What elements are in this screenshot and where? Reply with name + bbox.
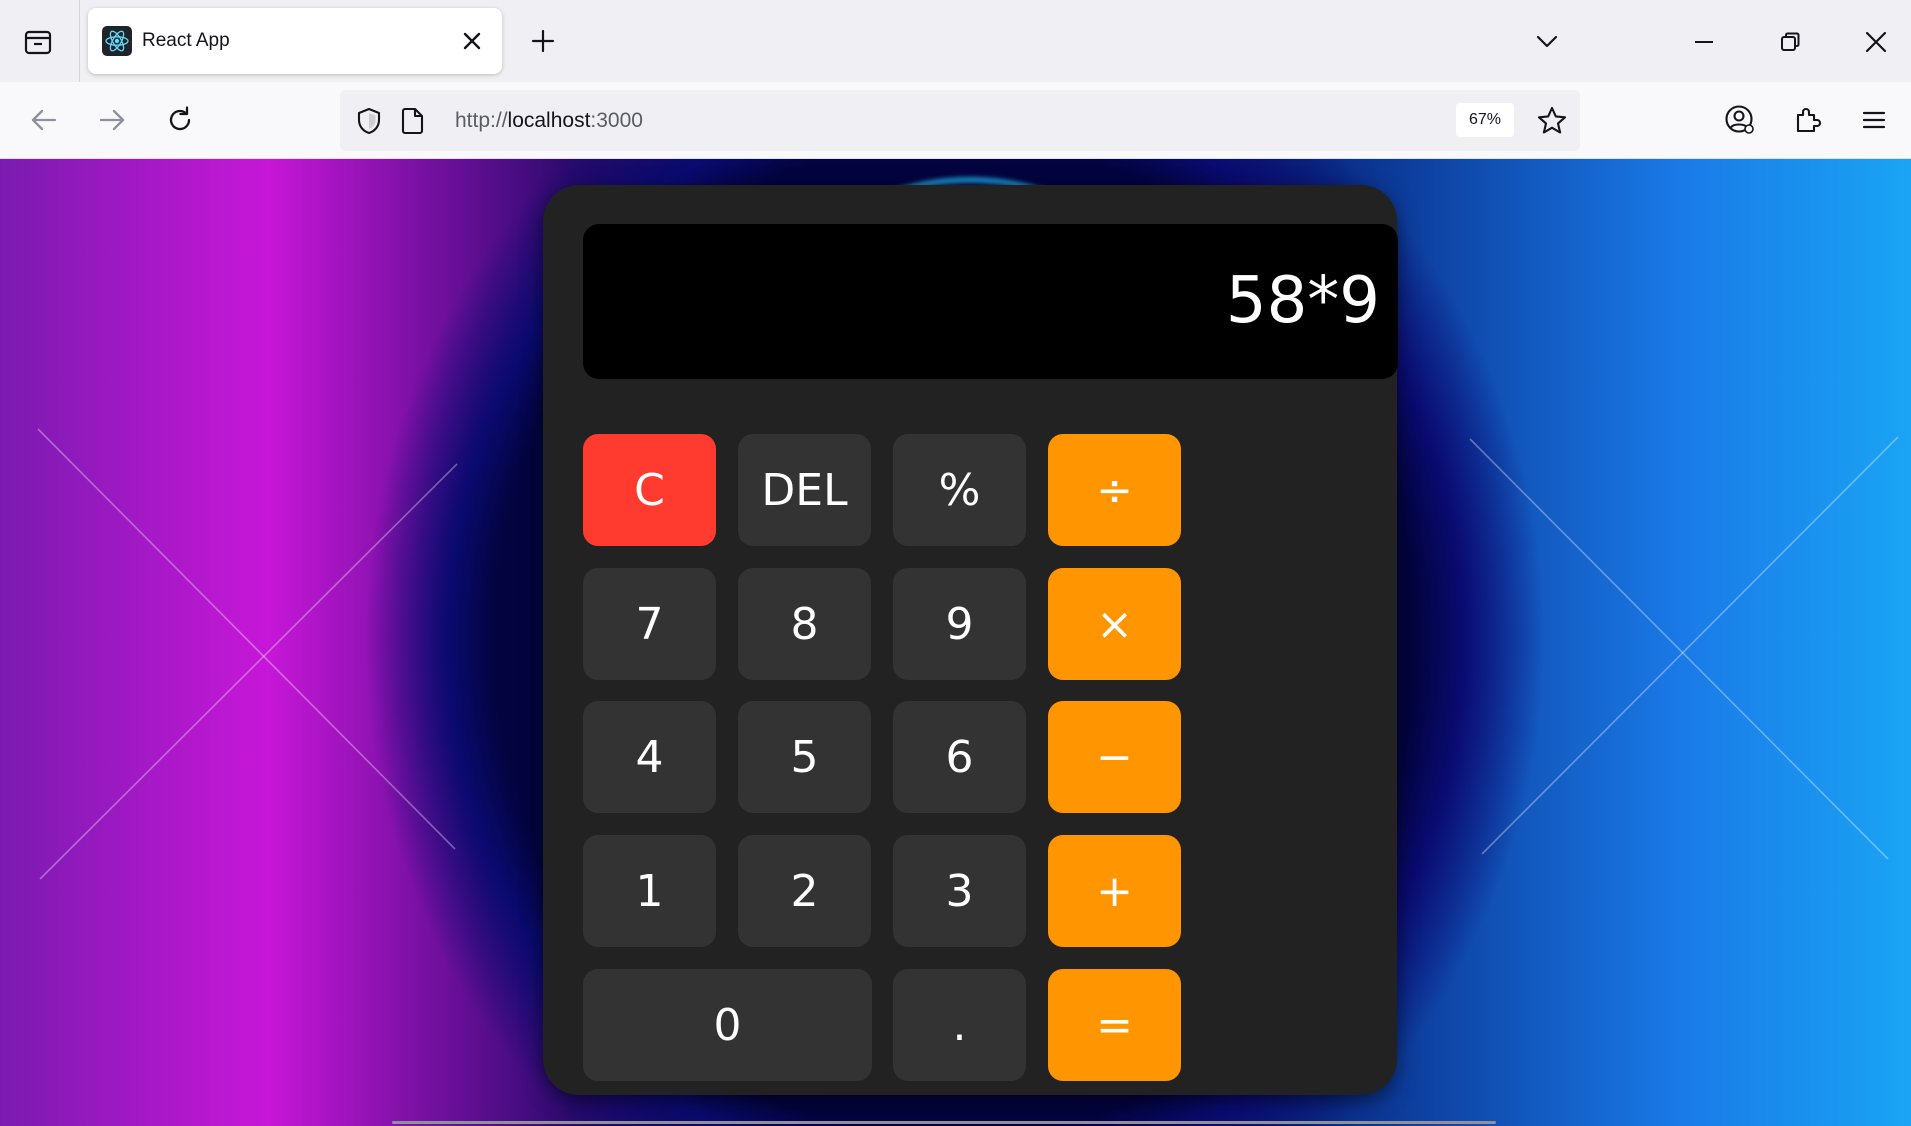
react-logo-icon [102,26,132,56]
list-all-tabs-chevron-icon[interactable] [1528,22,1566,60]
page-background: 58*9 C DEL % ÷ 7 8 9 × 4 5 6 − 1 2 3 + 0… [0,159,1911,1126]
close-window-icon[interactable] [1854,20,1898,64]
decimal-button[interactable]: . [893,969,1026,1081]
percent-button[interactable]: % [893,434,1026,546]
extensions-puzzle-icon[interactable] [1786,98,1830,142]
navigation-toolbar: http://localhost:3000 67% [0,82,1911,159]
url-port: :3000 [590,109,643,132]
reload-icon[interactable] [158,98,202,142]
digit-1-button[interactable]: 1 [583,835,716,947]
restore-window-icon[interactable] [1768,20,1812,64]
hamburger-menu-icon[interactable] [1852,98,1896,142]
tab-bar: React App [0,0,1911,82]
digit-0-button[interactable]: 0 [583,969,872,1081]
digit-9-button[interactable]: 9 [893,568,1026,680]
add-button[interactable]: + [1048,835,1181,947]
url-host: localhost [507,109,591,132]
multiply-button[interactable]: × [1048,568,1181,680]
calculator-display: 58*9 [583,224,1398,379]
digit-3-button[interactable]: 3 [893,835,1026,947]
clear-button[interactable]: C [583,434,716,546]
delete-button[interactable]: DEL [738,434,871,546]
tab-title: React App [142,30,230,51]
tab-separator [79,0,80,82]
digit-7-button[interactable]: 7 [583,568,716,680]
page-info-icon[interactable] [396,104,430,138]
digit-6-button[interactable]: 6 [893,701,1026,813]
display-value: 58*9 [1225,264,1380,338]
digit-8-button[interactable]: 8 [738,568,871,680]
digit-4-button[interactable]: 4 [583,701,716,813]
divide-button[interactable]: ÷ [1048,434,1181,546]
account-icon[interactable] [1718,98,1762,142]
equals-button[interactable]: = [1048,969,1181,1081]
new-tab-icon[interactable] [524,22,562,60]
minimize-window-icon[interactable] [1682,20,1726,64]
tab-react-app[interactable]: React App [88,8,502,74]
horizontal-scrollbar[interactable] [392,1121,1496,1124]
tracking-protection-shield-icon[interactable] [352,104,386,138]
address-bar[interactable]: http://localhost:3000 67% [340,90,1580,151]
zoom-level-badge[interactable]: 67% [1456,103,1514,137]
url-scheme: http:// [455,109,508,132]
subtract-button[interactable]: − [1048,701,1181,813]
back-arrow-icon[interactable] [22,98,66,142]
tab-overview-icon[interactable] [18,22,58,62]
url-text[interactable]: http://localhost:3000 [455,90,643,151]
forward-arrow-icon[interactable] [90,98,134,142]
bookmark-star-icon[interactable] [1535,104,1569,138]
calculator: 58*9 C DEL % ÷ 7 8 9 × 4 5 6 − 1 2 3 + 0… [543,185,1398,1095]
close-tab-icon[interactable] [456,25,488,57]
digit-2-button[interactable]: 2 [738,835,871,947]
digit-5-button[interactable]: 5 [738,701,871,813]
